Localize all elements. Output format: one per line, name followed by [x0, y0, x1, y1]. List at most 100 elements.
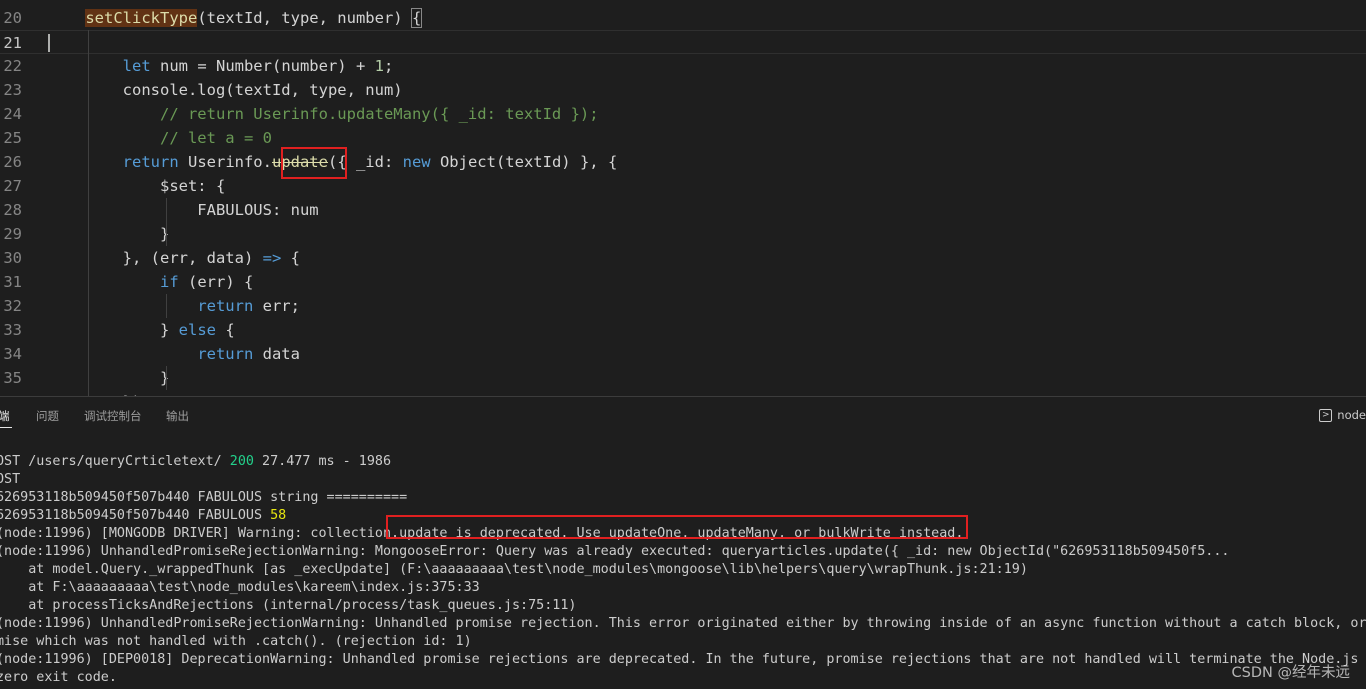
- code-token: return: [122, 153, 179, 171]
- code-token: else: [178, 321, 216, 339]
- line-number: 25: [3, 129, 22, 147]
- tab-problems[interactable]: 问题: [36, 408, 59, 424]
- terminal-selector-label: node: [1337, 408, 1366, 422]
- terminal-line: (node:11996) UnhandledPromiseRejectionWa…: [0, 543, 1229, 561]
- line-number: 24: [3, 105, 22, 123]
- code-token: {: [281, 249, 300, 267]
- code-token: data: [253, 345, 300, 363]
- code-token: }: [48, 321, 179, 339]
- code-line[interactable]: 25 // let a = 0: [0, 126, 1366, 150]
- code-token: }: [48, 225, 170, 243]
- tab-terminal[interactable]: 端: [0, 408, 10, 424]
- code-line[interactable]: 33 } else {: [0, 318, 1366, 342]
- code-token: Number: [215, 57, 272, 75]
- terminal-token: (node:11996) [DEP0018] DeprecationWarnin…: [0, 652, 1366, 667]
- code-line[interactable]: 26 return Userinfo.update({ _id: new Obj…: [0, 150, 1366, 174]
- terminal-line: zero exit code.: [0, 669, 117, 687]
- code-line[interactable]: 30 }, (err, data) => {: [0, 246, 1366, 270]
- code-line[interactable]: 23 console.log(textId, type, num): [0, 78, 1366, 102]
- tab-output[interactable]: 输出: [166, 408, 189, 424]
- terminal-token: 626953118b509450f507b440 FABULOUS: [0, 508, 271, 523]
- indent-guide: [166, 366, 167, 390]
- active-tab-indicator: [0, 427, 12, 428]
- code-text: }: [48, 222, 169, 246]
- terminal-token: mise which was not handled with .catch()…: [0, 634, 472, 649]
- line-number: 35: [3, 369, 22, 387]
- code-token: {: [215, 321, 235, 339]
- line-number: 23: [3, 81, 22, 99]
- terminal-line: 626953118b509450f507b440 FABULOUS string…: [0, 489, 407, 507]
- code-line[interactable]: 20 setClickType(textId, type, number) {: [0, 6, 1366, 30]
- terminal-icon: >: [1319, 408, 1333, 422]
- terminal-line: 626953118b509450f507b440 FABULOUS 58: [0, 507, 286, 525]
- line-number: 33: [3, 321, 22, 339]
- code-text: let num = Number(number) + 1;: [48, 54, 394, 78]
- code-text: // let a = 0: [48, 126, 272, 150]
- code-line[interactable]: 21: [0, 30, 1366, 54]
- code-line[interactable]: 35 }: [0, 366, 1366, 390]
- code-token: return: [197, 345, 254, 363]
- terminal-token: 626953118b509450f507b440 FABULOUS string…: [0, 490, 408, 505]
- terminal-token: at F:\aaaaaaaaa\test\node_modules\kareem…: [0, 580, 480, 595]
- code-line[interactable]: 24 // return Userinfo.updateMany({ _id: …: [0, 102, 1366, 126]
- terminal-output[interactable]: OST /users/queryCrticletext/ 200 27.477 …: [0, 453, 1366, 689]
- code-token: (number) +: [271, 57, 375, 75]
- tab-debug-console[interactable]: 调试控制台: [84, 408, 142, 424]
- code-token: Object(textId) }, {: [430, 153, 618, 171]
- indent-guide: [166, 198, 167, 246]
- code-text: return Userinfo.update({ _id: new Object…: [48, 150, 618, 174]
- code-text: return data: [48, 342, 300, 366]
- bottom-panel: 端 问题 调试控制台 输出 > node OST /users/queryCrt…: [0, 396, 1366, 689]
- code-token: ({ _id:: [327, 153, 403, 171]
- code-token: $set: {: [48, 177, 226, 195]
- code-line[interactable]: 29 }: [0, 222, 1366, 246]
- terminal-token: OST /users/queryCrticletext/: [0, 454, 230, 469]
- panel-tab-bar: 端 问题 调试控制台 输出 > node: [0, 397, 1366, 431]
- code-text: return err;: [48, 294, 300, 318]
- line-number: 27: [3, 177, 22, 195]
- code-line[interactable]: 34 return data: [0, 342, 1366, 366]
- code-token: Userinfo.: [178, 153, 272, 171]
- code-text: } else {: [48, 318, 235, 342]
- terminal-selector[interactable]: > node: [1319, 406, 1366, 424]
- terminal-token: (node:11996) UnhandledPromiseRejectionWa…: [0, 544, 1230, 559]
- terminal-token: OST: [0, 472, 21, 487]
- terminal-token: 27.477 ms - 1986: [253, 454, 392, 469]
- code-token: (textId, type, number): [197, 9, 412, 27]
- text-cursor: [48, 34, 50, 52]
- line-number: 21: [3, 34, 22, 52]
- code-token: num =: [150, 57, 216, 75]
- code-token: 1: [374, 57, 384, 75]
- terminal-token: (node:11996) [MONGODB DRIVER] Warning: c…: [0, 526, 964, 541]
- code-text: }, (err, data) => {: [48, 246, 300, 270]
- code-text: if (err) {: [48, 270, 253, 294]
- code-token: return: [197, 297, 254, 315]
- code-text: }: [48, 366, 169, 390]
- code-token: new: [402, 153, 431, 171]
- code-editor[interactable]: 20 setClickType(textId, type, number) {2…: [0, 0, 1366, 396]
- code-token: }, (err, data): [48, 249, 263, 267]
- code-line[interactable]: 22 let num = Number(number) + 1;: [0, 54, 1366, 78]
- terminal-line: at F:\aaaaaaaaa\test\node_modules\kareem…: [0, 579, 480, 597]
- code-line[interactable]: 32 return err;: [0, 294, 1366, 318]
- code-line[interactable]: 27 $set: {: [0, 174, 1366, 198]
- indent-guide: [88, 30, 89, 396]
- terminal-token: zero exit code.: [0, 670, 117, 685]
- code-line[interactable]: 28 FABULOUS: num: [0, 198, 1366, 222]
- code-text: $set: {: [48, 174, 225, 198]
- line-number: 30: [3, 249, 22, 267]
- code-token: let: [122, 57, 151, 75]
- line-number: 26: [3, 153, 22, 171]
- code-line[interactable]: 31 if (err) {: [0, 270, 1366, 294]
- code-token: // return Userinfo.updateMany({ _id: tex…: [159, 105, 599, 123]
- terminal-line: (node:11996) UnhandledPromiseRejectionWa…: [0, 615, 1366, 633]
- line-number: 31: [3, 273, 22, 291]
- code-token: }: [48, 369, 170, 387]
- line-number: 20: [3, 9, 22, 27]
